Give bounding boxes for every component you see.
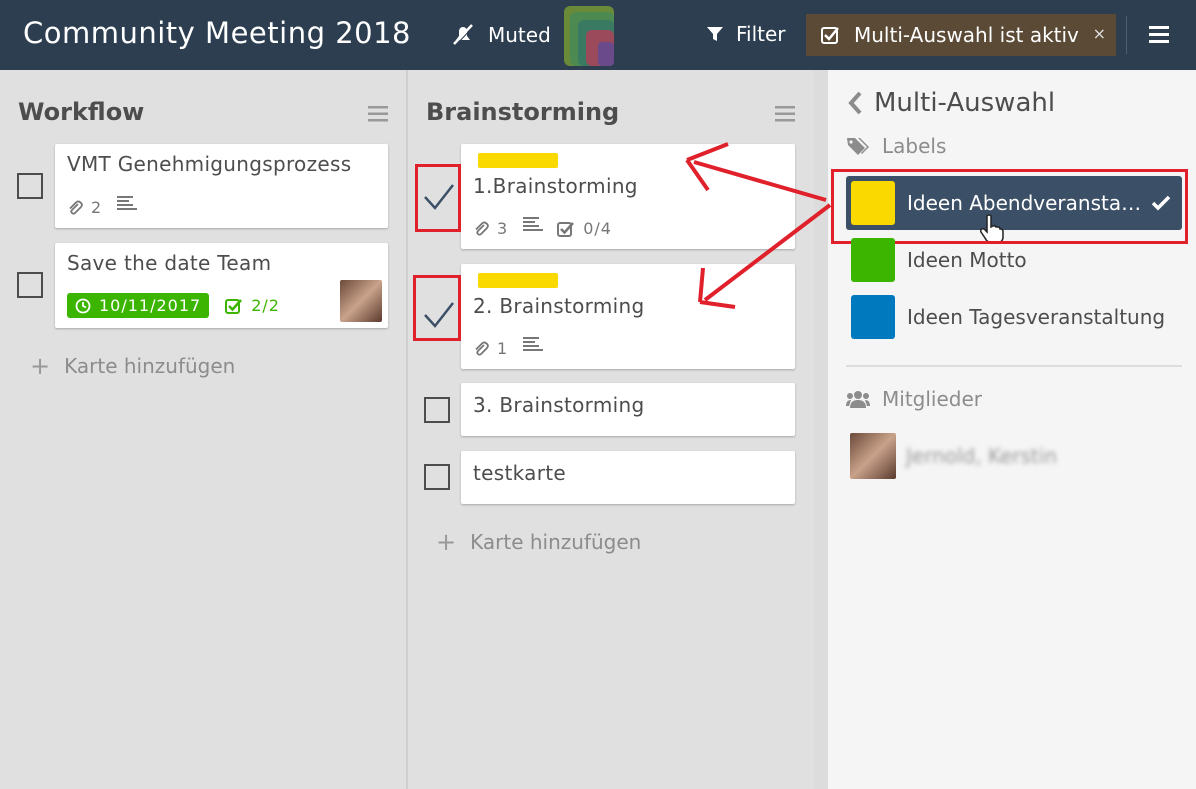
mute-label: Muted bbox=[488, 23, 551, 47]
card-title: VMT Genehmigungsprozess bbox=[67, 152, 352, 176]
filter-label: Filter bbox=[736, 22, 786, 46]
attachment-count: 3 bbox=[497, 219, 508, 238]
checklist-progress: 0/4 bbox=[583, 219, 612, 238]
list-menu-icon[interactable] bbox=[368, 106, 388, 122]
label-swatch bbox=[851, 238, 895, 282]
clock-icon bbox=[75, 298, 91, 313]
list-menu-icon[interactable] bbox=[775, 106, 795, 122]
filter-button[interactable]: Filter bbox=[706, 22, 786, 46]
labels-heading: Labels bbox=[882, 134, 947, 158]
multiselect-indicator[interactable]: Multi-Auswahl ist aktiv × bbox=[806, 14, 1116, 56]
card-title: testkarte bbox=[473, 461, 566, 485]
tags-icon bbox=[847, 138, 869, 155]
member-row[interactable]: Jernold, Kerstin bbox=[850, 433, 1057, 479]
sidebar-divider bbox=[846, 365, 1182, 367]
hamburger-icon[interactable] bbox=[1149, 26, 1169, 44]
card[interactable]: 2. Brainstorming 1 bbox=[461, 264, 795, 369]
card-badges: 3 0/4 bbox=[473, 216, 612, 238]
users-icon bbox=[846, 391, 870, 408]
list-title[interactable]: Workflow bbox=[18, 98, 144, 126]
members-heading-row: Mitglieder bbox=[846, 387, 982, 411]
paperclip-icon bbox=[475, 221, 489, 236]
list-workflow: Workflow VMT Genehmigungsprozess 2 Save … bbox=[0, 70, 406, 789]
board-title[interactable]: Community Meeting 2018 bbox=[23, 16, 411, 50]
card-label bbox=[478, 153, 558, 168]
due-date-badge[interactable]: 10/11/2017 bbox=[67, 293, 210, 318]
label-swatch bbox=[851, 295, 895, 339]
card[interactable]: 1.Brainstorming 3 0/4 bbox=[461, 144, 795, 249]
list-brainstorming: Brainstorming 1.Brainstorming 3 0/4 2. B… bbox=[408, 70, 814, 789]
card-label bbox=[478, 273, 558, 288]
checklist-progress: 2/2 bbox=[251, 296, 280, 315]
bell-slash-icon bbox=[453, 24, 475, 46]
label-name: Ideen Tagesveranstaltung bbox=[907, 305, 1166, 329]
chevron-left-icon[interactable] bbox=[846, 90, 864, 116]
avatar[interactable] bbox=[340, 280, 382, 322]
board-header: Community Meeting 2018 Muted Filter Mult… bbox=[0, 0, 1196, 70]
avatar bbox=[850, 433, 896, 479]
card-badges: 10/11/2017 2/2 bbox=[67, 293, 280, 318]
multiselect-label: Multi-Auswahl ist aktiv bbox=[854, 23, 1079, 47]
paperclip-icon bbox=[475, 341, 489, 356]
label-name: Ideen Motto bbox=[907, 248, 1027, 272]
card-select-checkbox[interactable] bbox=[17, 272, 43, 298]
board-logo bbox=[564, 6, 614, 66]
highlight-annotation bbox=[413, 275, 461, 341]
check-square-icon bbox=[821, 27, 839, 44]
attachment-count: 2 bbox=[91, 198, 102, 217]
filter-icon bbox=[707, 27, 723, 41]
card-select-checkbox[interactable] bbox=[17, 173, 43, 199]
card-title: 2. Brainstorming bbox=[473, 294, 645, 318]
text-lines-icon bbox=[523, 216, 544, 231]
mute-toggle[interactable]: Muted bbox=[450, 22, 551, 48]
label-option-motto[interactable]: Ideen Motto bbox=[846, 233, 1182, 287]
text-lines-icon bbox=[117, 195, 138, 210]
highlight-annotation bbox=[415, 164, 461, 232]
labels-heading-row: Labels bbox=[846, 134, 946, 158]
card-title: 1.Brainstorming bbox=[473, 174, 638, 198]
card-badges: 1 bbox=[473, 336, 544, 358]
add-card-button[interactable]: + Karte hinzufügen bbox=[436, 528, 641, 556]
check-square-icon bbox=[225, 298, 243, 314]
list-divider bbox=[814, 70, 828, 789]
close-multiselect-button[interactable]: × bbox=[1093, 24, 1106, 43]
member-name: Jernold, Kerstin bbox=[906, 444, 1058, 468]
list-title[interactable]: Brainstorming bbox=[426, 98, 619, 126]
card-select-checkbox[interactable] bbox=[424, 464, 450, 490]
card-badges: 2 bbox=[67, 195, 138, 217]
sidebar-title: Multi-Auswahl bbox=[874, 88, 1056, 118]
add-card-label: Karte hinzufügen bbox=[64, 354, 236, 378]
plus-icon: + bbox=[436, 528, 457, 556]
check-square-icon bbox=[557, 221, 575, 237]
members-heading: Mitglieder bbox=[882, 387, 982, 411]
card[interactable]: Save the date Team 10/11/2017 2/2 bbox=[55, 243, 388, 328]
add-card-button[interactable]: + Karte hinzufügen bbox=[30, 352, 235, 380]
card-title: 3. Brainstorming bbox=[473, 393, 645, 417]
add-card-label: Karte hinzufügen bbox=[470, 530, 642, 554]
card[interactable]: 3. Brainstorming bbox=[461, 383, 795, 436]
sidebar-title-row: Multi-Auswahl bbox=[846, 88, 1055, 118]
attachment-count: 1 bbox=[497, 339, 508, 358]
label-option-tagesveranstaltung[interactable]: Ideen Tagesveranstaltung bbox=[846, 290, 1182, 344]
card-select-checkbox[interactable] bbox=[424, 397, 450, 423]
card[interactable]: testkarte bbox=[461, 451, 795, 504]
header-divider bbox=[1126, 16, 1127, 54]
plus-icon: + bbox=[30, 352, 51, 380]
card-title: Save the date Team bbox=[67, 251, 272, 275]
paperclip-icon bbox=[69, 200, 83, 215]
due-date-text: 10/11/2017 bbox=[99, 296, 202, 315]
multiselect-sidebar: Multi-Auswahl Labels Ideen Abendveransta… bbox=[828, 70, 1196, 789]
card[interactable]: VMT Genehmigungsprozess 2 bbox=[55, 144, 388, 228]
text-lines-icon bbox=[523, 336, 544, 351]
